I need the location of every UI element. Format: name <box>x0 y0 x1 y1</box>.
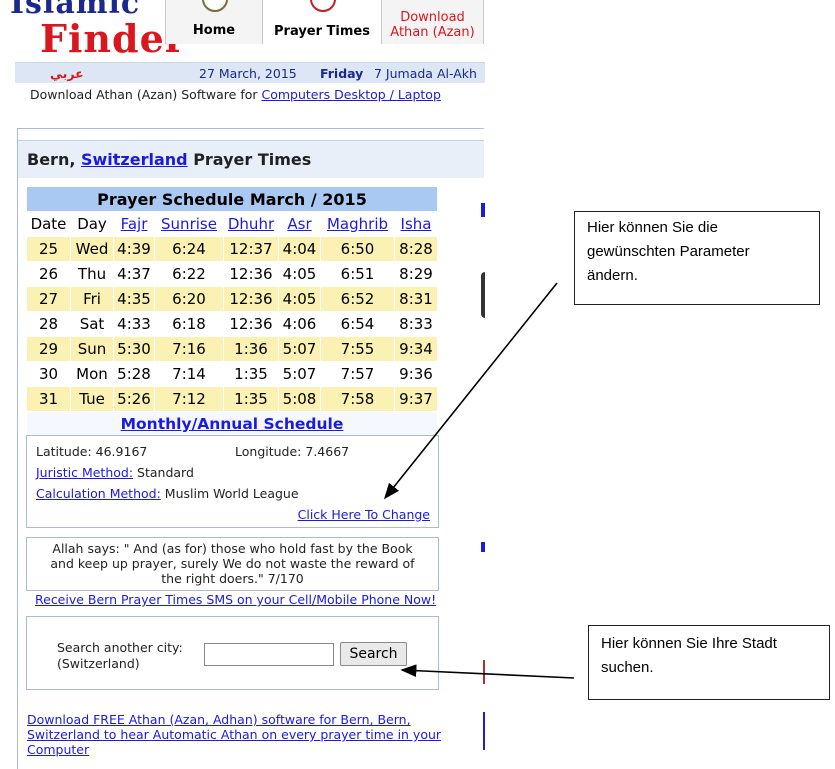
callout-arrows <box>384 282 575 679</box>
arrow-to-change-link <box>384 282 558 500</box>
arrow-to-search <box>400 664 575 679</box>
